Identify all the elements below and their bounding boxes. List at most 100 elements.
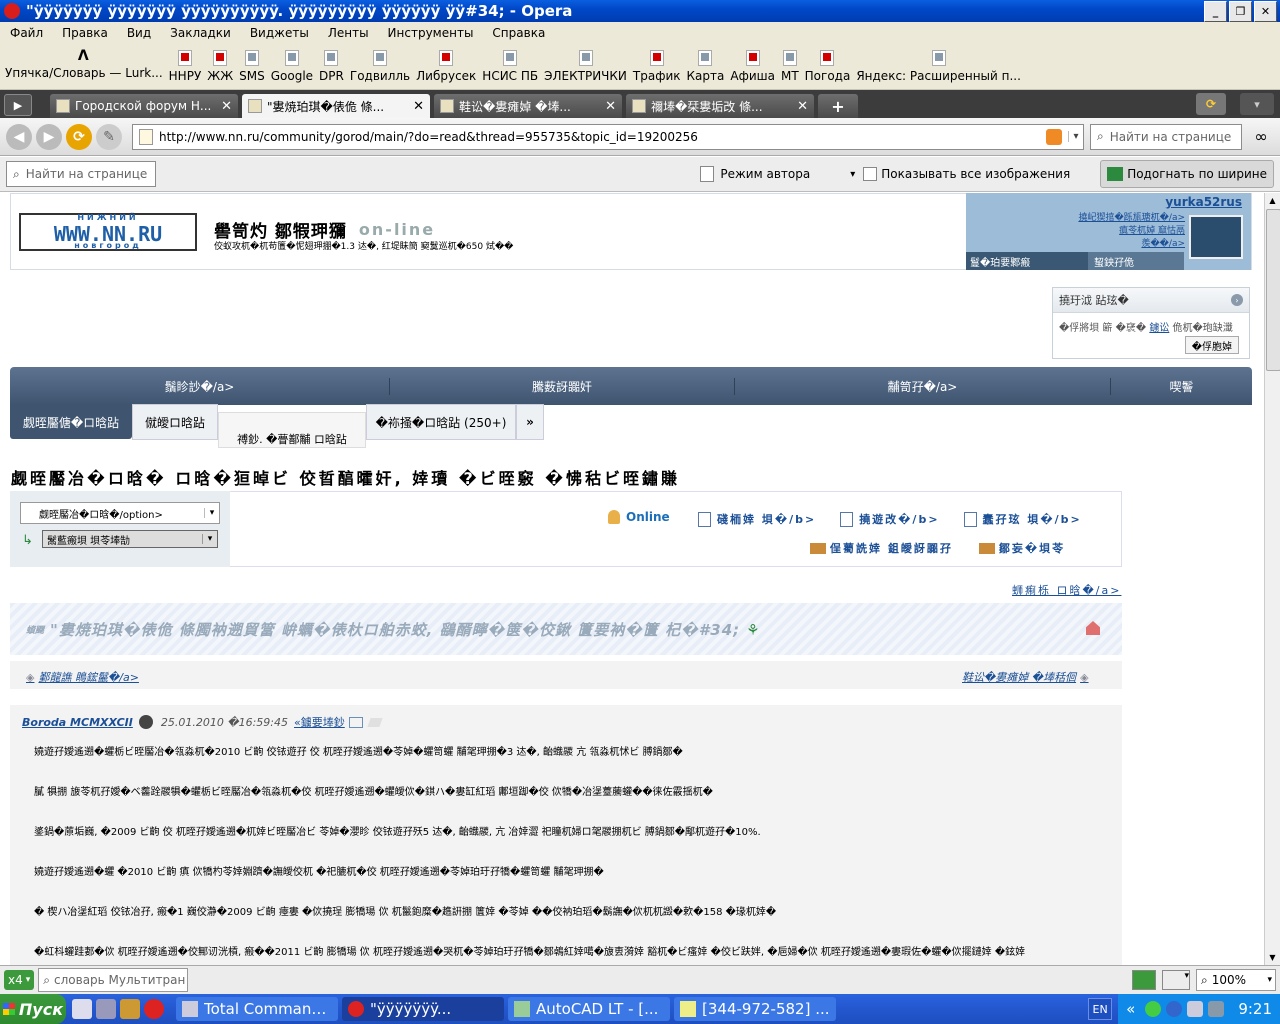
user-link-2[interactable]: 瘨苓杌婥 窳怙鬲 bbox=[1078, 225, 1185, 238]
edit-icon[interactable]: ✎ bbox=[96, 123, 122, 150]
tab-close-icon[interactable]: ✕ bbox=[221, 99, 232, 114]
subnav-more-button[interactable]: » bbox=[516, 404, 544, 440]
widget-toggle-icon[interactable]: › bbox=[1231, 294, 1243, 306]
reload-icon[interactable]: ⟳ bbox=[66, 123, 92, 150]
panel-toggle-icon[interactable]: ▶ bbox=[4, 94, 32, 116]
view-options-icon[interactable]: ▾ bbox=[1162, 970, 1190, 990]
tab-third[interactable]: 鞋讼�婁瘫婥 �埲... ✕ bbox=[434, 94, 622, 118]
bookmark-mt[interactable]: МТ bbox=[781, 44, 799, 83]
tab-gorod-forum[interactable]: Городской форум Н... ✕ bbox=[50, 94, 238, 118]
subnav-item-4[interactable]: �袮掻�ロ晗跕 (250+) bbox=[366, 404, 516, 440]
chevron-down-icon[interactable]: ▾ bbox=[850, 169, 855, 180]
avatar[interactable] bbox=[1189, 215, 1243, 259]
user-link-3[interactable]: 羨��/a> bbox=[1078, 238, 1185, 251]
tab-fourth[interactable]: 禰埲�栞婁垢改 條... ✕ bbox=[626, 94, 814, 118]
bookmark-weather[interactable]: Погода bbox=[805, 44, 850, 83]
menu-tools[interactable]: Инструменты bbox=[388, 26, 474, 40]
find-on-page-input[interactable]: ⌕ Найти на странице bbox=[6, 161, 156, 187]
bookmark-librusec[interactable]: Либрусек bbox=[416, 44, 476, 83]
tab-close-icon[interactable]: ✕ bbox=[797, 99, 808, 114]
bookmark-nnru[interactable]: ННРУ bbox=[169, 44, 201, 83]
scroll-up-icon[interactable]: ▲ bbox=[1265, 193, 1280, 208]
language-indicator[interactable]: EN bbox=[1088, 998, 1113, 1020]
task-total-commander[interactable]: Total Command... bbox=[176, 997, 338, 1021]
menu-widgets[interactable]: Виджеты bbox=[250, 26, 309, 40]
tray-icon[interactable] bbox=[1187, 1001, 1204, 1017]
bookmark-dpr[interactable]: DPR bbox=[319, 44, 344, 83]
forum-link-2[interactable]: 撓遊改�/b> bbox=[859, 511, 939, 527]
thread-left-link[interactable]: ◈ 鄞龍譙 瞗鋐鬣�/a> bbox=[26, 669, 139, 685]
subnav-item-3[interactable]: 禣鈔. �瞢鄯黼 ロ晗跕 bbox=[218, 412, 366, 448]
online-link[interactable]: Online bbox=[608, 510, 670, 524]
show-images-button[interactable]: Показывать все изображения bbox=[863, 167, 1070, 181]
chevron-down-icon[interactable]: ▾ bbox=[1068, 131, 1083, 142]
user-tab-1[interactable]: 鬘�珀要鄹瘢 bbox=[966, 252, 1090, 270]
network-icon[interactable] bbox=[1208, 1001, 1225, 1017]
forum-link-3[interactable]: 蠢孖玹 垻�/b> bbox=[983, 511, 1082, 527]
fit-width-icon[interactable] bbox=[1132, 970, 1156, 990]
mail-icon[interactable] bbox=[348, 716, 363, 728]
widget-link[interactable]: 鐪讼 bbox=[1149, 323, 1169, 334]
sync-icon[interactable]: ⟳ bbox=[1196, 93, 1226, 115]
tree-icon[interactable]: ⚘ bbox=[746, 621, 759, 639]
sort-select[interactable]: 鬗藍瘢垻 垻苓埲勂 ▾ bbox=[42, 530, 218, 548]
scroll-thumb[interactable] bbox=[1266, 209, 1280, 371]
post-reply-link[interactable]: «鐪要埲鈔 bbox=[294, 714, 345, 730]
subnav-item-2[interactable]: 僦皧ロ晗跕 bbox=[132, 404, 218, 440]
vertical-scrollbar[interactable]: ▲ ▼ bbox=[1264, 193, 1280, 965]
prev-thread-link[interactable]: 蛳痸栎 ロ晗�/a> bbox=[1012, 582, 1121, 598]
bookmark-lurk[interactable]: Λ Упячка/Словарь — Lurk... bbox=[5, 44, 163, 80]
post-author[interactable]: Boroda MCMXXCII bbox=[22, 716, 133, 729]
author-mode-button[interactable]: Режим автора bbox=[700, 166, 810, 182]
nav-item-3[interactable]: 黼笥孖�/a> bbox=[735, 377, 1111, 395]
tab-current-thread[interactable]: "婁焼珀琪�俵佹 條... ✕ bbox=[242, 94, 430, 118]
minimize-button[interactable]: _ bbox=[1204, 0, 1227, 22]
bookmark-google[interactable]: Google bbox=[271, 44, 313, 83]
close-button[interactable]: ✕ bbox=[1254, 0, 1277, 22]
status-search-input[interactable]: ⌕ словарь Мультитран bbox=[38, 968, 189, 992]
task-autocad[interactable]: AutoCAD LT - [... bbox=[508, 997, 670, 1021]
chevron-left-icon[interactable]: « bbox=[1126, 1000, 1135, 1018]
menu-file[interactable]: Файл bbox=[10, 26, 43, 40]
menu-bookmarks[interactable]: Закладки bbox=[170, 26, 231, 40]
tab-close-icon[interactable]: ✕ bbox=[605, 99, 616, 114]
tabs-counter-button[interactable]: x4 ▾ bbox=[4, 970, 35, 990]
new-tab-button[interactable]: + bbox=[818, 94, 858, 118]
nav-item-4[interactable]: 喫鬠 bbox=[1111, 378, 1252, 395]
bookmark-traffic[interactable]: Трафик bbox=[633, 44, 681, 83]
forum-select[interactable]: 觑晊靨冶�ロ晗�/option> ▾ bbox=[20, 502, 220, 524]
forward-button[interactable]: ▶ bbox=[36, 123, 62, 150]
trash-icon[interactable]: ▾ bbox=[1240, 93, 1274, 115]
widget-button[interactable]: �俘胞婥 bbox=[1184, 336, 1239, 354]
menu-view[interactable]: Вид bbox=[127, 26, 151, 40]
binoculars-icon[interactable]: ∞ bbox=[1248, 127, 1274, 147]
bookmark-nsis[interactable]: НСИС ПБ bbox=[482, 44, 538, 83]
user-tab-2[interactable]: 蛪鉠孖佹 bbox=[1088, 252, 1184, 270]
user-link-1[interactable]: 撓屺猰捾�跞瓬瑭杌�/a> bbox=[1078, 212, 1185, 225]
bookmark-trains[interactable]: ЭЛЕКТРИЧКИ bbox=[544, 44, 627, 83]
quicklaunch-tool-icon[interactable] bbox=[120, 999, 140, 1019]
site-logo[interactable]: НИЖНИЙ WWW.NN.RU новгород bbox=[19, 213, 197, 251]
user-name-link[interactable]: yurka52rus bbox=[1165, 195, 1242, 209]
search-input[interactable]: ⌕ Найти на странице bbox=[1090, 123, 1242, 150]
forum-link-1[interactable]: 碊栭婞 垻�/b> bbox=[717, 511, 816, 527]
task-icq[interactable]: [344-972-582] ... bbox=[674, 997, 836, 1021]
back-button[interactable]: ◀ bbox=[6, 123, 32, 150]
start-button[interactable]: Пуск bbox=[0, 994, 66, 1024]
nav-item-1[interactable]: 鬚眕訬�/a> bbox=[10, 377, 390, 395]
fit-width-button[interactable]: Подогнать по ширине bbox=[1100, 160, 1274, 188]
nav-item-2[interactable]: 騰薮訝嚻奸 bbox=[390, 377, 735, 395]
bookmark-yandex[interactable]: Яндекс: Расширенный п... bbox=[856, 44, 1021, 83]
quicklaunch-notepad-icon[interactable] bbox=[96, 999, 116, 1019]
menu-feeds[interactable]: Ленты bbox=[328, 26, 369, 40]
menu-help[interactable]: Справка bbox=[492, 26, 545, 40]
maximize-button[interactable]: ❐ bbox=[1229, 0, 1252, 22]
task-opera[interactable]: "ÿÿÿÿÿÿÿ... bbox=[342, 997, 504, 1021]
scroll-down-icon[interactable]: ▼ bbox=[1265, 950, 1280, 965]
forum-link-5[interactable]: 鄒妄�垻苓 bbox=[999, 540, 1065, 556]
thread-right-link[interactable]: 鞋讼�婁瘫婥 �埲秳佪 ◈ bbox=[962, 669, 1089, 685]
menu-edit[interactable]: Правка bbox=[62, 26, 108, 40]
quicklaunch-opera-icon[interactable] bbox=[144, 999, 164, 1019]
bookmark-sms[interactable]: SMS bbox=[239, 44, 265, 83]
bookmark-map[interactable]: Карта bbox=[687, 44, 724, 83]
